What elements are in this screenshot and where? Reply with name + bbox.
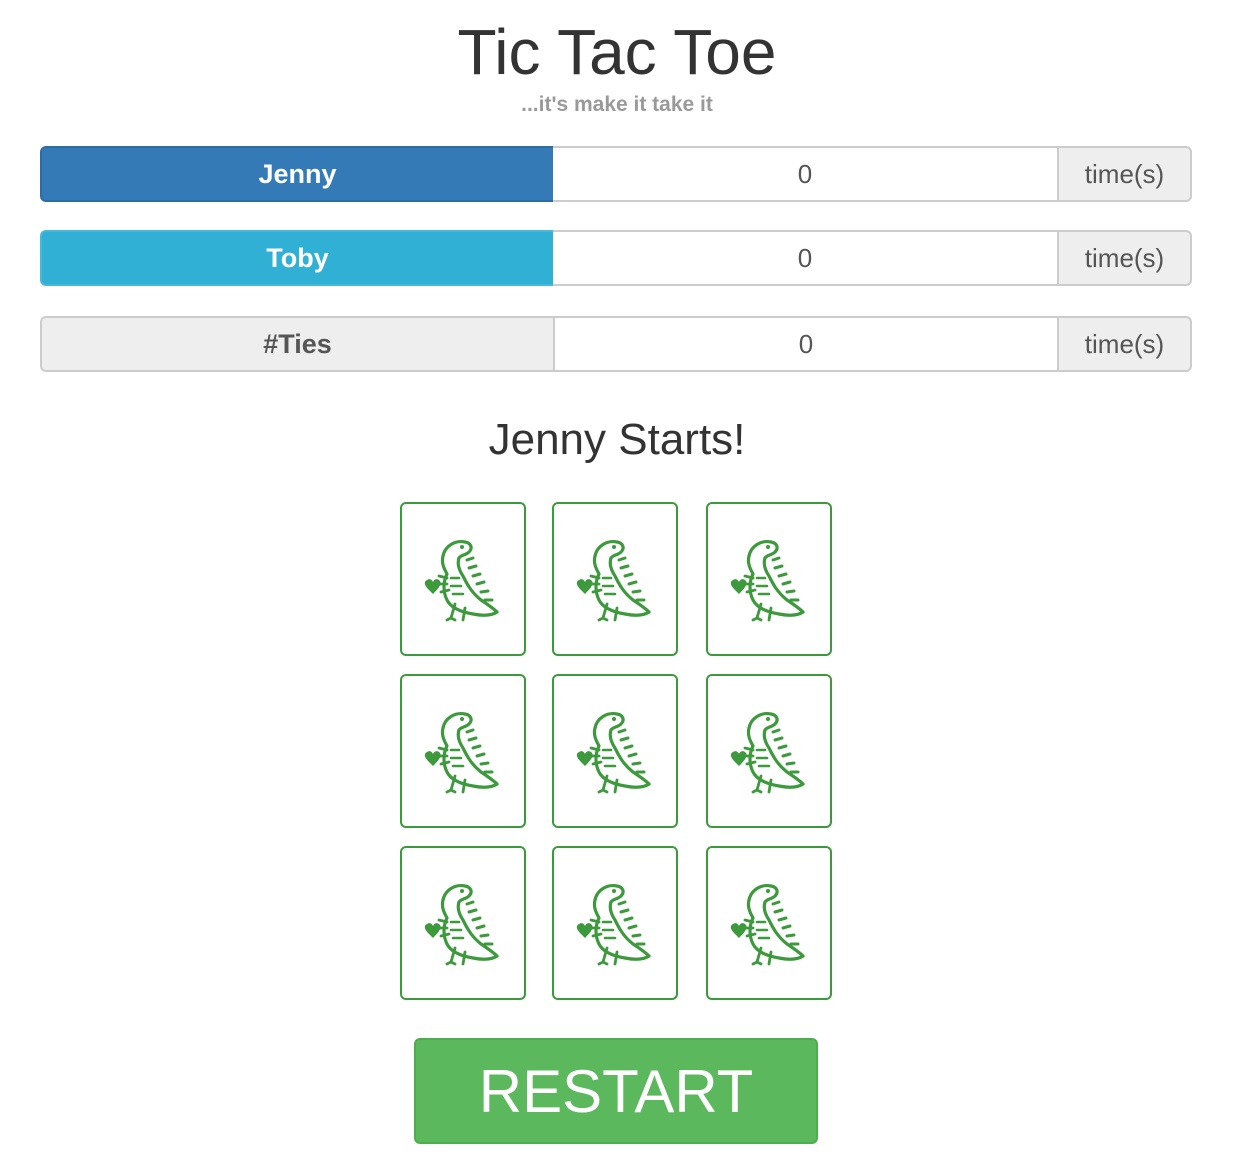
player2-score: 0 <box>553 230 1057 286</box>
player2-score-unit: time(s) <box>1057 230 1192 286</box>
dinosaur-heart-icon <box>727 706 811 796</box>
board-cell-6[interactable] <box>706 674 832 828</box>
dinosaur-heart-icon <box>421 878 505 968</box>
ties-score: 0 <box>553 316 1057 372</box>
board-cell-7[interactable] <box>400 846 526 1000</box>
dinosaur-heart-icon <box>573 706 657 796</box>
dinosaur-heart-icon <box>573 534 657 624</box>
board-cell-8[interactable] <box>552 846 678 1000</box>
score-row-player1: Jenny 0 time(s) <box>40 146 1192 202</box>
board-cell-4[interactable] <box>400 674 526 828</box>
ties-label: #Ties <box>40 316 553 372</box>
page-subtitle: ...it's make it take it <box>521 93 713 116</box>
turn-status: Jenny Starts! <box>488 415 746 464</box>
restart-button[interactable]: RESTART <box>414 1038 818 1144</box>
game-board <box>400 502 832 1000</box>
dinosaur-heart-icon <box>727 878 811 968</box>
page-title: Tic Tac Toe <box>457 16 777 88</box>
dinosaur-heart-icon <box>573 878 657 968</box>
board-cell-2[interactable] <box>552 502 678 656</box>
ties-score-unit: time(s) <box>1057 316 1192 372</box>
board-cell-9[interactable] <box>706 846 832 1000</box>
player1-score: 0 <box>553 146 1057 202</box>
dinosaur-heart-icon <box>421 534 505 624</box>
board-cell-3[interactable] <box>706 502 832 656</box>
player2-name: Toby <box>40 230 553 286</box>
player1-score-unit: time(s) <box>1057 146 1192 202</box>
dinosaur-heart-icon <box>727 534 811 624</box>
board-cell-5[interactable] <box>552 674 678 828</box>
dinosaur-heart-icon <box>421 706 505 796</box>
score-row-ties: #Ties 0 time(s) <box>40 316 1192 372</box>
score-row-player2: Toby 0 time(s) <box>40 230 1192 286</box>
board-cell-1[interactable] <box>400 502 526 656</box>
player1-name: Jenny <box>40 146 553 202</box>
